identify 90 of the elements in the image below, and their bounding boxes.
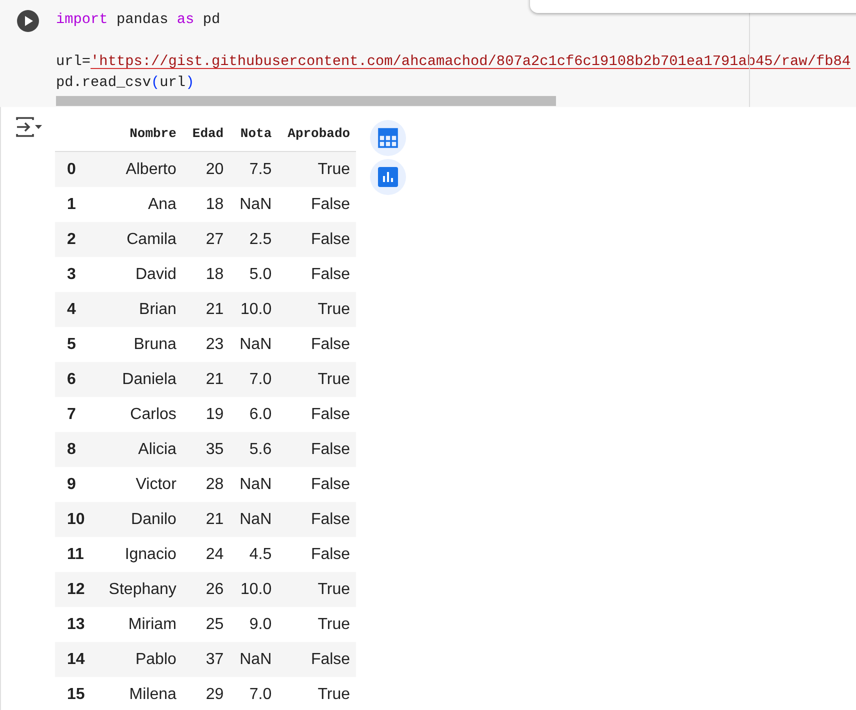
- table-cell: 10.0: [230, 572, 278, 607]
- table-cell: Alicia: [98, 432, 182, 467]
- table-cell: 2.5: [230, 222, 278, 257]
- table-cell: NaN: [230, 467, 278, 502]
- table-cell: 25: [182, 607, 230, 642]
- table-cell: Ignacio: [98, 537, 182, 572]
- table-cell: 9.0: [230, 607, 278, 642]
- table-cell: True: [278, 677, 356, 710]
- table-cell: True: [278, 292, 356, 327]
- table-cell: 27: [182, 222, 230, 257]
- table-cell: 24: [182, 537, 230, 572]
- table-cell: 18: [182, 187, 230, 222]
- table-cell: 37: [182, 642, 230, 677]
- table-cell: Alberto: [98, 152, 182, 187]
- table-cell: Victor: [98, 467, 182, 502]
- output-options-icon[interactable]: [16, 117, 42, 137]
- row-index: 13: [55, 607, 99, 642]
- table-cell: Bruna: [98, 327, 182, 362]
- table-cell: 23: [182, 327, 230, 362]
- table-cell: False: [278, 397, 356, 432]
- table-cell: Ana: [98, 187, 182, 222]
- table-cell: NaN: [230, 502, 278, 537]
- table-cell: 20: [182, 152, 230, 187]
- table-cell: 29: [182, 677, 230, 710]
- row-index: 8: [55, 432, 99, 467]
- table-cell: True: [278, 607, 356, 642]
- row-index: 12: [55, 572, 99, 607]
- table-cell: 21: [182, 292, 230, 327]
- table-cell: True: [278, 572, 356, 607]
- table-cell: False: [278, 537, 356, 572]
- row-index: 15: [55, 677, 99, 710]
- table-cell: 35: [182, 432, 230, 467]
- table-cell: Miriam: [98, 607, 182, 642]
- table-cell: False: [278, 327, 356, 362]
- row-index: 2: [55, 222, 99, 257]
- table-cell: 5.0: [230, 257, 278, 292]
- run-button[interactable]: [17, 10, 39, 32]
- row-index: 11: [55, 537, 99, 572]
- row-index: 6: [55, 362, 99, 397]
- code-line: pd.read_csv(url): [56, 74, 194, 93]
- row-index: 5: [55, 327, 99, 362]
- table-cell: Stephany: [98, 572, 182, 607]
- table-cell: Camila: [98, 222, 182, 257]
- table-cell: Pablo: [98, 642, 182, 677]
- table-cell: 7.5: [230, 152, 278, 187]
- row-index: 4: [55, 292, 99, 327]
- table-cell: 5.6: [230, 432, 278, 467]
- table-cell: 6.0: [230, 397, 278, 432]
- scrollbar[interactable]: [56, 96, 556, 106]
- table-cell: False: [278, 257, 356, 292]
- code-line: url='https://gist.githubusercontent.com/ahcamachod/807a2c1cf6c19108b2b701ea1791ab45/raw/fb84: [56, 53, 850, 72]
- table-cell: False: [278, 432, 356, 467]
- table-cell: NaN: [230, 642, 278, 677]
- bar-chart-icon: [378, 167, 398, 187]
- row-index: 1: [55, 187, 99, 222]
- row-index: 10: [55, 502, 99, 537]
- table-cell: Milena: [98, 677, 182, 710]
- table-cell: David: [98, 257, 182, 292]
- table-cell: False: [278, 502, 356, 537]
- table-cell: NaN: [230, 187, 278, 222]
- table-cell: Brian: [98, 292, 182, 327]
- table-cell: Carlos: [98, 397, 182, 432]
- table-cell: 7.0: [230, 362, 278, 397]
- table-cell: False: [278, 642, 356, 677]
- table-cell: 28: [182, 467, 230, 502]
- table-cell: 18: [182, 257, 230, 292]
- table-cell: True: [278, 362, 356, 397]
- table-cell: False: [278, 222, 356, 257]
- table-cell: Daniela: [98, 362, 182, 397]
- code-line: import pandas as pd: [56, 11, 220, 30]
- chart-button[interactable]: [370, 159, 406, 195]
- table-cell: False: [278, 467, 356, 502]
- row-index: 0: [55, 152, 99, 187]
- table-cell: NaN: [230, 327, 278, 362]
- table-cell: 7.0: [230, 677, 278, 710]
- table-cell: 10.0: [230, 292, 278, 327]
- table-icon: [378, 128, 398, 148]
- table-cell: Danilo: [98, 502, 182, 537]
- row-index: 9: [55, 467, 99, 502]
- row-index: 7: [55, 397, 99, 432]
- table-cell: 4.5: [230, 537, 278, 572]
- table-cell: 21: [182, 502, 230, 537]
- table-cell: 19: [182, 397, 230, 432]
- table-view-button[interactable]: [370, 120, 406, 156]
- row-index: 3: [55, 257, 99, 292]
- table-cell: 21: [182, 362, 230, 397]
- table-cell: False: [278, 187, 356, 222]
- table-cell: True: [278, 152, 356, 187]
- row-index: 14: [55, 642, 99, 677]
- table-cell: 26: [182, 572, 230, 607]
